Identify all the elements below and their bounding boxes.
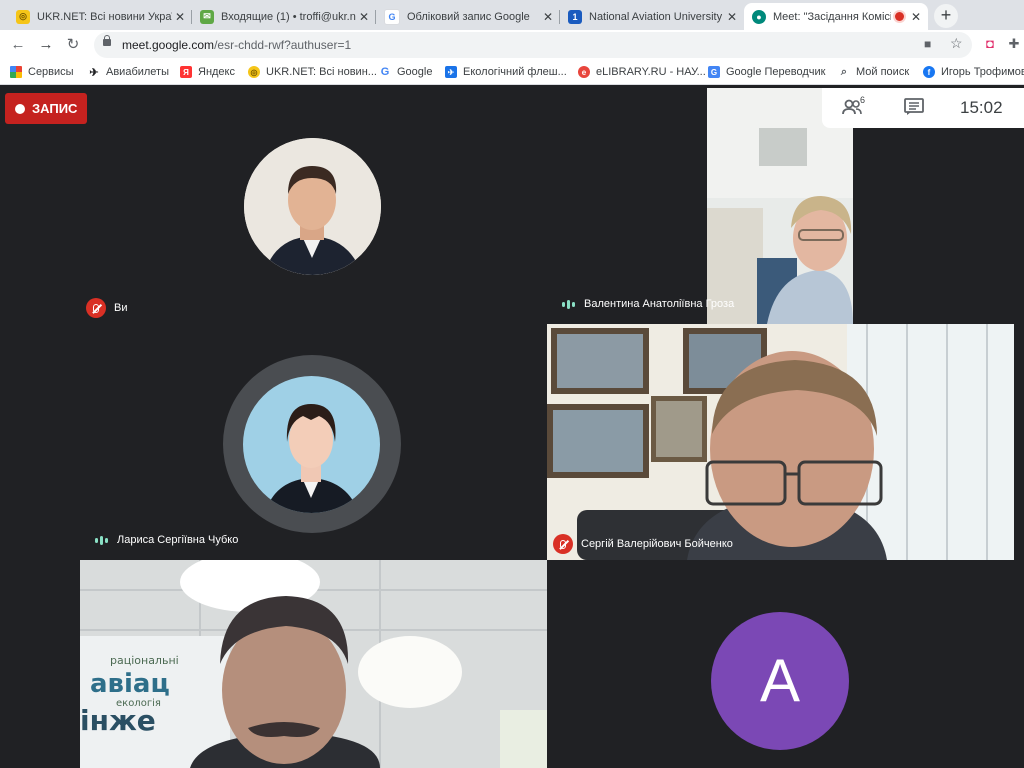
- recording-badge: ЗАПИС: [5, 93, 88, 124]
- tab-title: Meet: "Засідання Комісії: [773, 10, 891, 23]
- tab-title: National Aviation University: [589, 10, 723, 23]
- participant-avatar: [244, 138, 381, 275]
- bookmark-avia[interactable]: ✈ Авиабилеты: [88, 64, 169, 80]
- bookmarks-bar: Сервисы ✈ Авиабилеты Я Яндекс ◎ UKR.NET:…: [0, 60, 1024, 85]
- participant-name-bar: Лариса Сергіївна Чубко: [91, 534, 238, 546]
- mic-off-icon: [553, 534, 573, 554]
- participant-count: 6: [860, 95, 866, 105]
- tab-strip: ◎ UKR.NET: Всі новини України ✕ ✉ Входящ…: [0, 0, 1024, 30]
- participant-name: Лариса Сергіївна Чубко: [117, 534, 239, 546]
- yandex-icon: Я: [180, 66, 192, 78]
- participant-tile-video[interactable]: Сергій Валерійович Бойченко: [547, 324, 1014, 560]
- speaking-indicator-icon: [562, 299, 575, 309]
- reload-icon[interactable]: ↻: [63, 35, 83, 55]
- svg-text:авіац: авіац: [90, 669, 170, 699]
- participant-name: Валентина Анатоліївна Гроза: [584, 298, 735, 310]
- translate-icon: G: [708, 66, 720, 78]
- bookmark-elibrary[interactable]: e eLIBRARY.RU - НАУ...: [578, 64, 706, 80]
- facebook-icon: f: [923, 66, 935, 78]
- participant-tile-avatar[interactable]: Лариса Сергіївна Чубко: [80, 324, 547, 560]
- chat-icon[interactable]: [904, 98, 924, 121]
- instagram-extension-icon[interactable]: ◘: [982, 36, 998, 52]
- participant-tile-video[interactable]: авіац інже раціональні екологія: [80, 560, 547, 768]
- extensions-puzzle-icon[interactable]: ✚: [1006, 36, 1022, 52]
- participant-initial-avatar: A: [711, 612, 849, 750]
- bookmark-google[interactable]: G Google: [379, 64, 433, 80]
- bookmark-eco[interactable]: ✈ Екологічний флеш...: [445, 64, 567, 80]
- tab-nau[interactable]: 1 National Aviation University ✕: [560, 3, 744, 30]
- tab-ukrnet[interactable]: ◎ UKR.NET: Всі новини України ✕: [8, 3, 192, 30]
- tab-title: Входящие (1) • troffi@ukr.net: [221, 10, 356, 23]
- bookmark-star-icon[interactable]: ☆: [950, 35, 963, 52]
- tab-title: UKR.NET: Всі новини України: [37, 10, 172, 23]
- participant-name-bar: Ви: [86, 298, 127, 318]
- mic-off-icon: [86, 298, 106, 318]
- svg-text:екологія: екологія: [116, 697, 161, 709]
- elibrary-icon: e: [578, 66, 590, 78]
- browser-toolbar: ← → ↻ meet.google.com/esr-chdd-rwf?authu…: [0, 30, 1024, 60]
- participant-name-bar: Валентина Анатоліївна Гроза: [558, 298, 734, 310]
- participant-name: Сергій Валерійович Бойченко: [581, 538, 733, 550]
- plane-icon: ✈: [89, 66, 99, 79]
- close-icon[interactable]: ✕: [908, 10, 924, 24]
- lock-icon: [103, 35, 111, 46]
- camera-icon[interactable]: ■: [924, 37, 931, 51]
- close-icon[interactable]: ✕: [356, 10, 372, 24]
- meeting-clock: 15:02: [960, 98, 1003, 117]
- bookmark-search[interactable]: ⌕ Мой поиск: [838, 64, 909, 80]
- nau-icon: 1: [568, 9, 582, 24]
- new-tab-button[interactable]: +: [934, 4, 958, 28]
- forward-arrow-icon[interactable]: →: [36, 35, 56, 55]
- close-icon[interactable]: ✕: [172, 10, 188, 24]
- participant-name-bar: Сергій Валерійович Бойченко: [553, 534, 733, 554]
- participant-tile-self[interactable]: Ви: [80, 88, 707, 324]
- bookmark-services[interactable]: Сервисы: [10, 64, 74, 80]
- tab-meet[interactable]: ● Meet: "Засідання Комісії ✕: [744, 3, 928, 30]
- meet-icon: ●: [752, 9, 766, 24]
- apps-grid-icon: [10, 66, 22, 78]
- google-icon: G: [384, 8, 400, 25]
- bookmark-yandex[interactable]: Я Яндекс: [180, 64, 235, 80]
- bookmark-translate[interactable]: G Google Переводчик: [708, 64, 826, 80]
- ukrnet-icon: ◎: [248, 66, 260, 78]
- participant-video: [547, 324, 1014, 560]
- url-text[interactable]: meet.google.com/esr-chdd-rwf?authuser=1: [122, 38, 351, 52]
- back-arrow-icon[interactable]: ←: [8, 35, 28, 55]
- meet-info-panel: 6 15:02: [822, 88, 1024, 128]
- record-dot-icon: [15, 103, 25, 114]
- google-icon: G: [380, 66, 390, 78]
- tab-mail[interactable]: ✉ Входящие (1) • troffi@ukr.net ✕: [192, 3, 376, 30]
- tab-google-account[interactable]: G Обліковий запис Google ✕: [376, 3, 560, 30]
- close-icon[interactable]: ✕: [724, 10, 740, 24]
- participant-video: авіац інже раціональні екологія: [80, 560, 547, 768]
- recording-indicator-icon: [895, 12, 904, 21]
- recording-label: ЗАПИС: [32, 101, 78, 116]
- svg-text:раціональні: раціональні: [110, 654, 179, 667]
- bookmark-ukrnet[interactable]: ◎ UKR.NET: Всі новин...: [248, 64, 377, 80]
- speaking-indicator-icon: [95, 535, 108, 545]
- ukrnet-icon: ◎: [16, 9, 30, 24]
- bookmark-facebook[interactable]: f Игорь Трофимов: [923, 64, 1024, 80]
- address-bar[interactable]: meet.google.com/esr-chdd-rwf?authuser=1 …: [94, 32, 972, 58]
- mail-icon: ✉: [200, 9, 214, 24]
- eco-icon: ✈: [445, 66, 457, 78]
- close-icon[interactable]: ✕: [540, 10, 556, 24]
- participant-name: Ви: [114, 302, 128, 314]
- search-icon: ⌕: [840, 65, 848, 78]
- tab-title: Обліковий запис Google: [407, 10, 530, 23]
- participant-avatar: [243, 376, 380, 513]
